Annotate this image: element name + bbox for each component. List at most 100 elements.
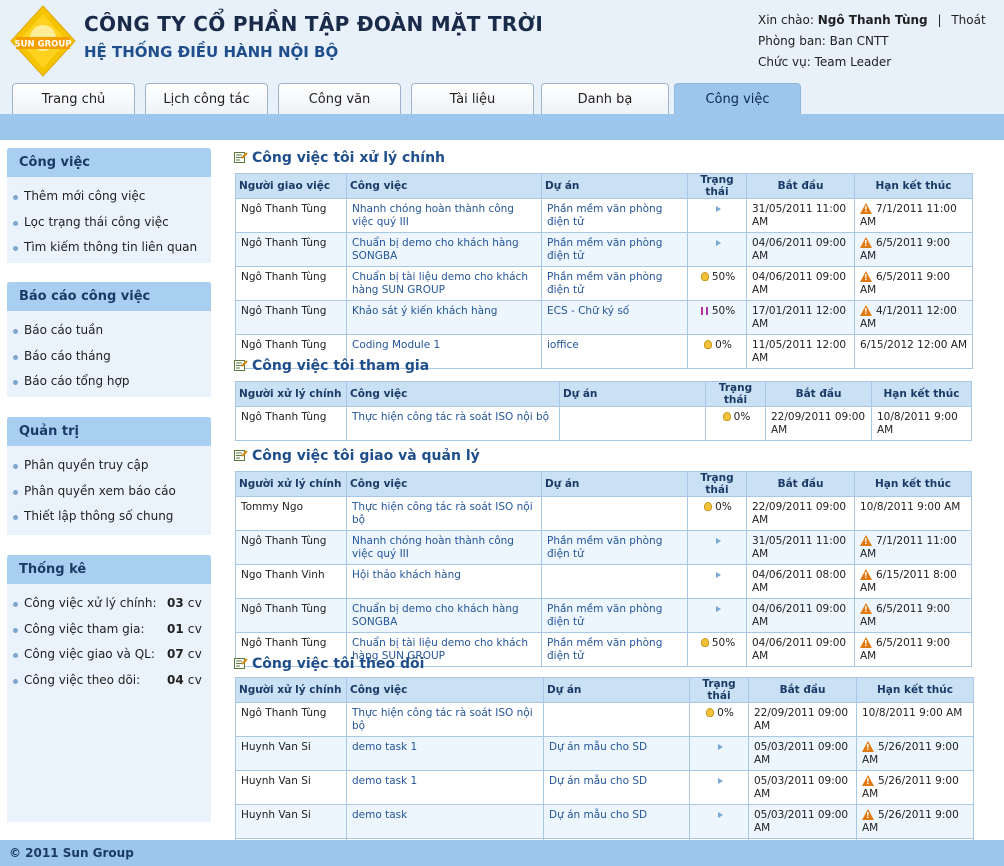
table-row[interactable]: Ngô Thanh Tùng Nhanh chóng hoàn thành côn… (235, 530, 972, 565)
table-row[interactable]: Huynh Van Si demo task 1 Dự án mẫu cho SD 0… (235, 770, 974, 805)
col-header[interactable]: Dự án (543, 677, 690, 703)
sun-group-logo[interactable]: SUN GROUP (10, 5, 76, 77)
person-cell: Huynh Van Si (235, 736, 347, 771)
table-row[interactable]: Ngô Thanh Tùng Nhanh chóng hoàn thành côn… (235, 198, 973, 233)
project-link[interactable]: Phần mềm văn phòng điện tử (541, 232, 688, 267)
separator: | (937, 13, 942, 27)
tab-calendar[interactable]: Lịch công tác (145, 83, 268, 114)
due-date-cell: 6/15/2012 12:00 AM (854, 334, 973, 369)
task-link[interactable]: Thực hiện công tác rà soát ISO nội bộ (346, 406, 560, 441)
tab-home[interactable]: Trang chủ (12, 83, 135, 114)
project-link[interactable]: Phần mềm văn phòng điện tử (541, 198, 688, 233)
col-header[interactable]: Người xử lý chính (235, 677, 347, 703)
table-row[interactable]: Ngo Thanh Vinh Hội thảo khách hàng 04/06/2… (235, 564, 972, 599)
table-row[interactable]: Ngô Thanh Tùng Chuẩn bị demo cho khách hà… (235, 598, 972, 633)
sidebar-item-settings[interactable]: Thiết lập thông số chung (13, 504, 211, 530)
task-link[interactable]: demo task 1 (346, 770, 544, 805)
project-link[interactable]: ECS - Chữ ký số (541, 300, 688, 335)
col-header[interactable]: Người xử lý chính (235, 381, 347, 407)
table-row[interactable]: Ngô Thanh Tùng Thực hiện công tác rà soát… (235, 406, 972, 441)
project-link[interactable] (543, 702, 690, 737)
project-link[interactable]: Phần mềm văn phòng điện tử (541, 266, 688, 301)
project-link[interactable]: Dự án mẫu cho SD (543, 770, 690, 805)
sidebar-item-access-rights[interactable]: Phân quyền truy cập (13, 453, 211, 479)
task-link[interactable]: Nhanh chóng hoàn thành công việc quý III (346, 530, 542, 565)
project-link[interactable]: Phần mềm văn phòng điện tử (541, 530, 688, 565)
sidebar-item-weekly-report[interactable]: Báo cáo tuần (13, 318, 211, 344)
task-link[interactable]: demo task 1 (346, 736, 544, 771)
task-link[interactable]: Thực hiện công tác rà soát ISO nội bộ (346, 496, 542, 531)
tab-contacts[interactable]: Danh bạ (541, 83, 669, 114)
table-row[interactable]: Tommy Ngo Thực hiện công tác rà soát ISO … (235, 496, 972, 531)
col-header[interactable]: Công việc (346, 381, 560, 407)
project-link[interactable] (541, 564, 688, 599)
col-header[interactable]: Người giao việc (235, 173, 347, 199)
task-link[interactable]: Nhanh chóng hoàn thành công việc quý III (346, 198, 542, 233)
project-link[interactable]: Phần mềm văn phòng điện tử (541, 632, 688, 667)
table-row[interactable]: Ngô Thanh Tùng Thực hiện công tác rà soát… (235, 702, 974, 737)
task-link[interactable]: Khảo sát ý kiến khách hàng (346, 300, 542, 335)
status-cell (687, 564, 747, 599)
col-header[interactable]: Người xử lý chính (235, 471, 347, 497)
col-header[interactable]: Hạn kết thúc (854, 471, 972, 497)
tab-files[interactable]: Tài liệu (411, 83, 534, 114)
project-link[interactable]: ioffice (541, 334, 688, 369)
task-link[interactable]: Chuẩn bị tài liệu demo cho khách hàng SU… (346, 266, 542, 301)
task-link[interactable]: Hội thảo khách hàng (346, 564, 542, 599)
project-link[interactable] (541, 496, 688, 531)
col-header[interactable]: Hạn kết thúc (854, 173, 973, 199)
bullet-icon (13, 195, 18, 200)
sidebar-item-summary-report[interactable]: Báo cáo tổng hợp (13, 369, 211, 395)
user-info: Xin chào: Ngô Thanh Tùng | Thoát Phòng b… (758, 10, 986, 73)
table-row[interactable]: Ngô Thanh Tùng Chuẩn bị demo cho khách hà… (235, 232, 973, 267)
task-link[interactable]: Chuẩn bị demo cho khách hàng SONGBA (346, 598, 542, 633)
col-header[interactable]: Bắt đầu (746, 173, 855, 199)
task-link[interactable]: demo task (346, 804, 544, 839)
section-title-assigned-work: Công việc tôi giao và quản lý (234, 447, 480, 465)
play-arrow-icon (715, 572, 721, 578)
col-header[interactable]: Trạng thái (689, 677, 749, 703)
person-cell: Ngô Thanh Tùng (235, 530, 347, 565)
tab-documents[interactable]: Công văn (278, 83, 401, 114)
project-link[interactable]: Dự án mẫu cho SD (543, 736, 690, 771)
svg-text:SUN GROUP: SUN GROUP (15, 40, 72, 50)
table-row[interactable]: Huynh Van Si demo task 1 Dự án mẫu cho SD 0… (235, 736, 974, 771)
col-header[interactable]: Công việc (346, 471, 542, 497)
table-row[interactable]: Ngô Thanh Tùng Khảo sát ý kiến khách hàng… (235, 300, 973, 335)
status-cell: 0% (705, 406, 766, 441)
sidebar-item-search-info[interactable]: Tìm kiếm thông tin liên quan (13, 235, 211, 261)
sidebar-item-filter-status[interactable]: Lọc trạng thái công việc (13, 210, 211, 236)
col-header[interactable]: Bắt đầu (746, 471, 855, 497)
table-row[interactable]: Huynh Van Sidemo taskDự án mẫu cho SD 05/… (235, 804, 974, 839)
play-arrow-icon (717, 778, 723, 784)
task-link[interactable]: Chuẩn bị demo cho khách hàng SONGBA (346, 232, 542, 267)
due-date-value: 4/1/2011 12:00 AM (860, 305, 957, 330)
lightbulb-icon (700, 638, 709, 647)
user-name: Ngô Thanh Tùng (817, 13, 928, 27)
task-list-icon (234, 656, 248, 669)
col-header[interactable]: Trạng thái (687, 471, 747, 497)
warning-icon (860, 535, 872, 546)
col-header[interactable]: Trạng thái (705, 381, 766, 407)
sidebar-reports-title: Báo cáo công việc (7, 282, 211, 311)
col-header[interactable]: Hạn kết thúc (871, 381, 972, 407)
col-header[interactable]: Công việc (346, 677, 544, 703)
col-header[interactable]: Dự án (541, 471, 688, 497)
col-header[interactable]: Hạn kết thúc (856, 677, 974, 703)
col-header[interactable]: Bắt đầu (748, 677, 857, 703)
col-header[interactable]: Công việc (346, 173, 542, 199)
logout-link[interactable]: Thoát (951, 13, 985, 27)
sidebar-item-add-work[interactable]: Thêm mới công việc (13, 184, 211, 210)
table-row[interactable]: Ngô Thanh Tùng Chuẩn bị tài liệu demo cho… (235, 266, 973, 301)
task-link[interactable]: Thực hiện công tác rà soát ISO nội bộ (346, 702, 544, 737)
sidebar-item-monthly-report[interactable]: Báo cáo tháng (13, 344, 211, 370)
col-header[interactable]: Trạng thái (687, 173, 747, 199)
col-header[interactable]: Dự án (541, 173, 688, 199)
project-link[interactable]: Dự án mẫu cho SD (543, 804, 690, 839)
project-link[interactable]: Phần mềm văn phòng điện tử (541, 598, 688, 633)
tab-work[interactable]: Công việc (674, 83, 801, 115)
col-header[interactable]: Dự án (559, 381, 706, 407)
sidebar-item-report-rights[interactable]: Phân quyền xem báo cáo (13, 479, 211, 505)
col-header[interactable]: Bắt đầu (765, 381, 872, 407)
project-link[interactable] (559, 406, 706, 441)
